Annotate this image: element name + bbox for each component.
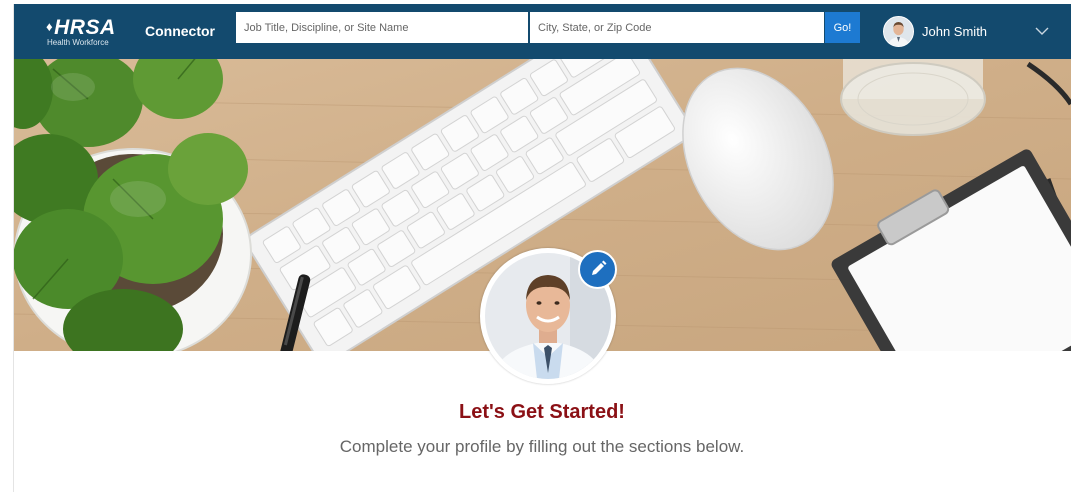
pencil-icon (592, 260, 607, 275)
user-menu[interactable]: John Smith (883, 15, 1065, 49)
app-name: Connector (145, 23, 215, 39)
user-avatar-image (884, 17, 913, 46)
app-frame: ♦HRSA Health Workforce Connector Go! Joh… (13, 4, 1071, 492)
hrsa-logo-icon: ♦ (46, 19, 54, 34)
page-title: Let's Get Started! (459, 401, 625, 423)
logo-text: HRSA (54, 16, 116, 39)
user-avatar[interactable] (883, 16, 914, 47)
page-subtitle: Complete your profile by filling out the… (339, 437, 745, 456)
hrsa-logo[interactable]: ♦HRSA Health Workforce (46, 16, 136, 48)
job-search-input[interactable] (236, 12, 528, 43)
user-name: John Smith (922, 24, 988, 39)
chevron-down-icon[interactable] (1033, 22, 1051, 40)
logo-subtext: Health Workforce (47, 38, 109, 47)
location-search-input[interactable] (530, 12, 824, 43)
frame-border (13, 4, 14, 492)
edit-profile-photo-button[interactable] (578, 250, 617, 289)
go-button[interactable]: Go! (825, 12, 860, 43)
logo-wordmark: ♦HRSA (46, 16, 116, 39)
top-nav-bar: ♦HRSA Health Workforce Connector Go! Joh… (13, 4, 1071, 59)
